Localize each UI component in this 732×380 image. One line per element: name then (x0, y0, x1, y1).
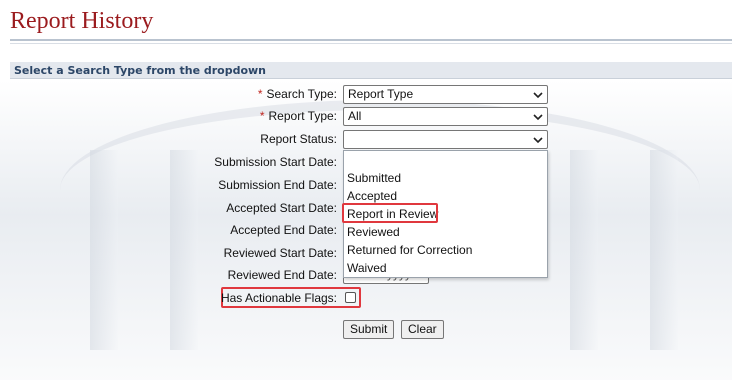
required-marker: * (259, 109, 265, 123)
report-type-label: * Report Type: (259, 109, 337, 123)
background-column (90, 150, 118, 350)
reviewed-end-date-label: Reviewed End Date: (227, 268, 337, 282)
highlight-report-in-review (342, 203, 438, 223)
search-type-value: Report Type (348, 87, 414, 101)
background-column (170, 150, 198, 350)
submission-end-date-label: Submission End Date: (218, 178, 337, 192)
status-option-reviewed[interactable]: Reviewed (347, 225, 400, 239)
clear-button[interactable]: Clear (401, 320, 444, 339)
report-status-select[interactable] (343, 130, 548, 149)
accepted-start-date-label: Accepted Start Date: (226, 201, 337, 215)
has-actionable-flags-checkbox[interactable] (345, 292, 356, 303)
chevron-down-icon (533, 114, 543, 121)
submit-button[interactable]: Submit (343, 320, 395, 339)
accepted-end-date-label: Accepted End Date: (230, 223, 337, 237)
required-marker: * (257, 87, 263, 101)
status-option-submitted[interactable]: Submitted (347, 171, 401, 185)
background-column (650, 150, 678, 350)
page-title: Report History (10, 8, 154, 34)
title-divider (10, 39, 732, 41)
chevron-down-icon (533, 137, 543, 144)
chevron-down-icon (533, 92, 543, 99)
reviewed-start-date-label: Reviewed Start Date: (223, 246, 337, 260)
status-option-waived[interactable]: Waived (347, 261, 387, 275)
search-type-label: * Search Type: (257, 87, 337, 101)
status-option-accepted[interactable]: Accepted (347, 189, 397, 203)
search-type-select[interactable]: Report Type (343, 85, 548, 104)
report-type-select[interactable]: All (343, 107, 548, 126)
submission-start-date-label: Submission Start Date: (214, 155, 337, 169)
report-type-value: All (348, 109, 362, 123)
report-status-label: Report Status: (260, 132, 337, 146)
status-option-returned-for-correction[interactable]: Returned for Correction (347, 243, 472, 257)
title-divider-secondary (10, 43, 732, 44)
section-heading: Select a Search Type from the dropdown (10, 62, 732, 79)
has-actionable-flags-label: Has Actionable Flags: (220, 291, 337, 305)
background-column (570, 150, 598, 350)
